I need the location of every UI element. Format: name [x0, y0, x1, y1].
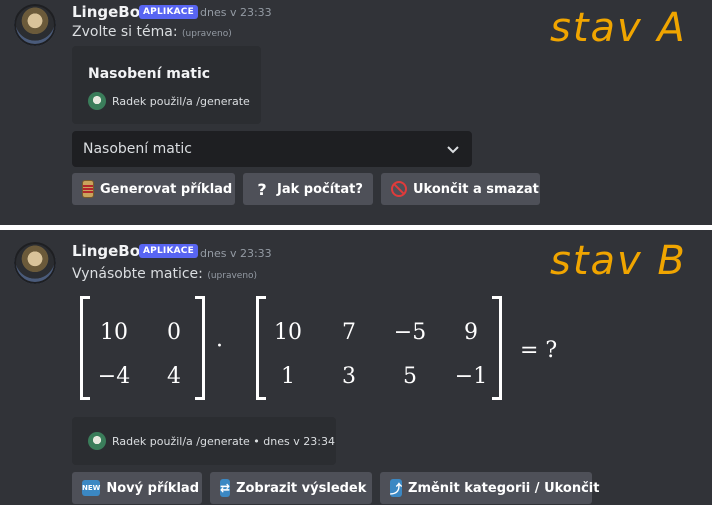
button-label: Ukončit a smazat — [413, 181, 539, 197]
bot-username[interactable]: LingeBot — [72, 242, 147, 260]
matrix-b-cell: −5 — [393, 320, 427, 345]
change-category-button[interactable]: ⤴ Změnit kategorii / Ukončit — [380, 472, 599, 504]
equals-question: = ? — [520, 338, 558, 363]
select-value: Nasobení matic — [83, 141, 192, 157]
embed-footer-text: Radek použil/a /generate — [112, 94, 250, 108]
bot-avatar[interactable] — [14, 242, 56, 284]
message-timestamp: dnes v 23:33 — [200, 6, 272, 19]
app-badge: APLIKACE — [139, 5, 198, 19]
embed-footer: Radek použil/a /generate • dnes v 23:34 — [88, 432, 335, 450]
question-icon: ? — [257, 179, 267, 199]
generate-example-button[interactable]: Generovat příklad — [72, 173, 235, 205]
matrix-b-cell: 10 — [274, 320, 302, 345]
embed-footer-text: Radek použil/a /generate • dnes v 23:34 — [112, 434, 335, 448]
state-label: stav B — [550, 238, 687, 284]
bot-avatar[interactable] — [14, 4, 56, 46]
matrix-b-right-bracket — [492, 296, 502, 400]
end-and-delete-button[interactable]: Ukončit a smazat — [381, 173, 540, 205]
button-label: Změnit kategorii / Ukončit — [408, 480, 600, 496]
multiply-dot: · — [216, 334, 223, 359]
embed-title: Nasobení matic — [88, 66, 211, 82]
edited-label: (upraveno) — [207, 271, 258, 281]
panel-stav-b: LingeBot APLIKACE dnes v 23:33 Vynásobte… — [0, 230, 712, 505]
app-badge: APLIKACE — [139, 244, 198, 258]
user-avatar-icon — [88, 92, 106, 110]
new-example-button[interactable]: NEW Nový příklad — [72, 472, 202, 504]
user-avatar-icon — [88, 432, 106, 450]
button-label: Zobrazit výsledek — [236, 480, 367, 496]
matrix-a-right-bracket — [195, 296, 205, 400]
message-content: Zvolte si téma: — [72, 24, 178, 40]
message-text: Zvolte si téma: (upraveno) — [72, 24, 232, 40]
topic-select[interactable]: Nasobení matic — [72, 131, 472, 167]
embed-footer: Radek použil/a /generate — [88, 92, 250, 110]
new-icon: NEW — [82, 480, 101, 496]
matrix-a-cell: −4 — [97, 364, 131, 389]
button-label: Nový příklad — [106, 480, 200, 496]
edited-label: (upraveno) — [182, 29, 232, 39]
swap-icon: ⇄ — [220, 479, 231, 497]
chevron-down-icon — [447, 146, 459, 154]
message-timestamp: dnes v 23:33 — [200, 247, 272, 260]
button-label: Generovat příklad — [100, 181, 233, 197]
embed-card: Nasobení matic Radek použil/a /generate — [72, 46, 261, 124]
matrix-b-cell: 7 — [342, 320, 356, 345]
abacus-icon — [82, 180, 94, 198]
prohibited-icon — [391, 181, 407, 197]
message-text: Vynásobte matice: (upraveno) — [72, 266, 257, 282]
panel-stav-a: LingeBot APLIKACE dnes v 23:33 Zvolte si… — [0, 0, 712, 225]
button-label: Jak počítat? — [277, 181, 363, 197]
how-to-compute-button[interactable]: ? Jak počítat? — [243, 173, 373, 205]
message-content: Vynásobte matice: — [72, 266, 203, 282]
arrow-up-icon: ⤴ — [390, 479, 403, 497]
show-result-button[interactable]: ⇄ Zobrazit výsledek — [210, 472, 372, 504]
state-label: stav A — [550, 5, 687, 51]
matrix-b-cell: 5 — [403, 364, 417, 389]
bot-username[interactable]: LingeBot — [72, 3, 147, 21]
matrix-b-cell: 1 — [281, 364, 295, 389]
matrix-a-cell: 10 — [100, 320, 128, 345]
matrix-b-cell: 3 — [342, 364, 356, 389]
embed-card: Radek použil/a /generate • dnes v 23:34 — [72, 417, 336, 465]
